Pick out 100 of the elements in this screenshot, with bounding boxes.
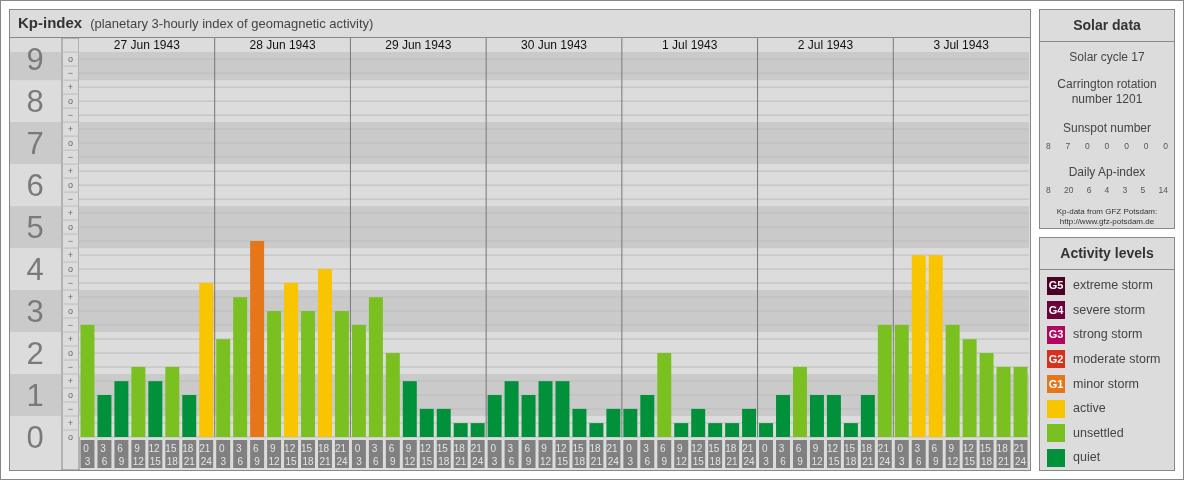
level-swatch: G2 bbox=[1047, 350, 1065, 369]
time-range-label: 21 24 bbox=[1013, 440, 1028, 468]
level-label: unsettled bbox=[1073, 424, 1124, 442]
scale-mark: + bbox=[67, 250, 74, 261]
time-range-label: 12 15 bbox=[826, 440, 841, 468]
time-range-label: 6 9 bbox=[928, 440, 943, 468]
time-range-label: 21 24 bbox=[606, 440, 621, 468]
time-range-label: 18 21 bbox=[182, 440, 197, 468]
axis-band bbox=[10, 290, 61, 333]
kp-bar bbox=[606, 408, 621, 437]
scale-mark: − bbox=[67, 152, 74, 163]
time-range-label: 3 6 bbox=[640, 440, 655, 468]
scale-mark: + bbox=[67, 208, 74, 219]
scale-mark: o bbox=[68, 348, 73, 359]
scale-mark: + bbox=[67, 334, 74, 345]
level-label: strong storm bbox=[1073, 326, 1143, 344]
ap-value: 8 bbox=[1046, 183, 1051, 197]
solar-cycle-text: Solar cycle 17 bbox=[1068, 50, 1146, 65]
scale-mark: + bbox=[67, 166, 74, 177]
time-range-label: 9 12 bbox=[809, 440, 824, 468]
kp-bar bbox=[165, 366, 180, 437]
time-range-label: 0 3 bbox=[894, 440, 909, 468]
scale-mark: − bbox=[67, 320, 74, 331]
kp-bar bbox=[589, 423, 604, 437]
scale-mark: o bbox=[68, 306, 73, 317]
time-range-label: 0 3 bbox=[80, 440, 95, 468]
sunspot-value: 0 bbox=[1085, 140, 1090, 153]
time-range-label: 15 18 bbox=[979, 440, 994, 468]
time-range-label: 21 24 bbox=[470, 440, 485, 468]
time-range-label: 9 12 bbox=[538, 440, 553, 468]
level-label: moderate storm bbox=[1073, 350, 1161, 368]
kp-bar bbox=[742, 408, 757, 437]
time-range-label: 0 3 bbox=[759, 440, 774, 468]
time-range-label: 21 24 bbox=[742, 440, 757, 468]
ap-value: 20 bbox=[1063, 183, 1074, 197]
date-label: 27 Jun 1943 bbox=[113, 38, 180, 52]
time-range-label: 6 9 bbox=[657, 440, 672, 468]
scale-mark: o bbox=[68, 180, 73, 191]
time-range-label: 15 18 bbox=[436, 440, 451, 468]
scale-mark: − bbox=[67, 194, 74, 205]
time-range-label: 3 6 bbox=[776, 440, 790, 468]
y-axis-label: 2 bbox=[26, 335, 44, 371]
time-range-label: 12 15 bbox=[555, 440, 570, 468]
time-range-label: 12 15 bbox=[691, 440, 706, 468]
y-axis-label: 8 bbox=[26, 83, 44, 119]
time-range-label: 9 12 bbox=[674, 440, 689, 468]
time-range-label: 9 12 bbox=[267, 440, 282, 468]
time-range-label: 21 24 bbox=[199, 440, 214, 468]
scale-mark: + bbox=[67, 418, 74, 428]
panel-title: Kp-index bbox=[18, 13, 83, 34]
time-range-label: 15 18 bbox=[165, 440, 180, 468]
scale-mark: − bbox=[67, 278, 74, 289]
time-range-label: 18 21 bbox=[996, 440, 1011, 468]
y-axis-label: 3 bbox=[26, 293, 44, 329]
scale-mark: o bbox=[68, 432, 73, 442]
time-range-label: 0 3 bbox=[351, 440, 366, 468]
kp-bar bbox=[674, 423, 689, 437]
scale-mark: + bbox=[67, 82, 74, 93]
sunspot-value: 0 bbox=[1163, 140, 1168, 153]
level-swatch: G4 bbox=[1047, 301, 1065, 320]
time-range-label: 3 6 bbox=[97, 440, 112, 468]
kp-bar bbox=[148, 381, 163, 437]
kp-bar bbox=[725, 423, 740, 437]
level-label: quiet bbox=[1073, 449, 1101, 467]
kp-bar bbox=[97, 395, 112, 437]
kp-bar bbox=[131, 366, 146, 437]
level-swatch: G5 bbox=[1047, 276, 1065, 295]
kp-bar bbox=[691, 408, 706, 437]
time-range-label: 6 9 bbox=[793, 440, 807, 468]
scale-mark: − bbox=[67, 68, 74, 79]
panel-title: Activity levels bbox=[1040, 238, 1174, 271]
time-range-label: 18 21 bbox=[860, 440, 875, 468]
ap-value: 3 bbox=[1122, 183, 1128, 197]
time-range-label: 9 12 bbox=[402, 440, 417, 468]
date-label: 29 Jun 1943 bbox=[385, 38, 452, 52]
level-swatch: G3 bbox=[1047, 325, 1065, 344]
time-range-label: 3 6 bbox=[911, 440, 926, 468]
time-range-label: 18 21 bbox=[318, 440, 332, 468]
level-label: severe storm bbox=[1073, 301, 1146, 319]
time-range-label: 18 21 bbox=[589, 440, 604, 468]
date-label: 2 Jul 1943 bbox=[797, 38, 854, 52]
panel-title: Solar data bbox=[1040, 10, 1174, 42]
time-range-label: 18 21 bbox=[453, 440, 468, 468]
kp-bar bbox=[640, 395, 655, 437]
level-label: extreme storm bbox=[1073, 277, 1153, 295]
sunspot-value: 7 bbox=[1065, 140, 1071, 153]
kp-bar bbox=[759, 423, 774, 437]
time-range-label: 12 15 bbox=[962, 440, 977, 468]
time-range-label: 15 18 bbox=[708, 440, 723, 468]
y-axis-label: 4 bbox=[26, 251, 44, 287]
scale-mark: o bbox=[68, 138, 73, 149]
axis-band bbox=[10, 206, 61, 249]
y-axis-label: 0 bbox=[26, 419, 44, 455]
scale-mark: − bbox=[67, 362, 74, 373]
kp-bar bbox=[708, 423, 723, 437]
ap-value: 5 bbox=[1140, 183, 1146, 197]
time-range-label: 18 21 bbox=[725, 440, 740, 468]
date-label: 30 Jun 1943 bbox=[520, 38, 588, 52]
level-swatch: G1 bbox=[1047, 374, 1065, 393]
time-range-label: 9 12 bbox=[945, 440, 960, 468]
